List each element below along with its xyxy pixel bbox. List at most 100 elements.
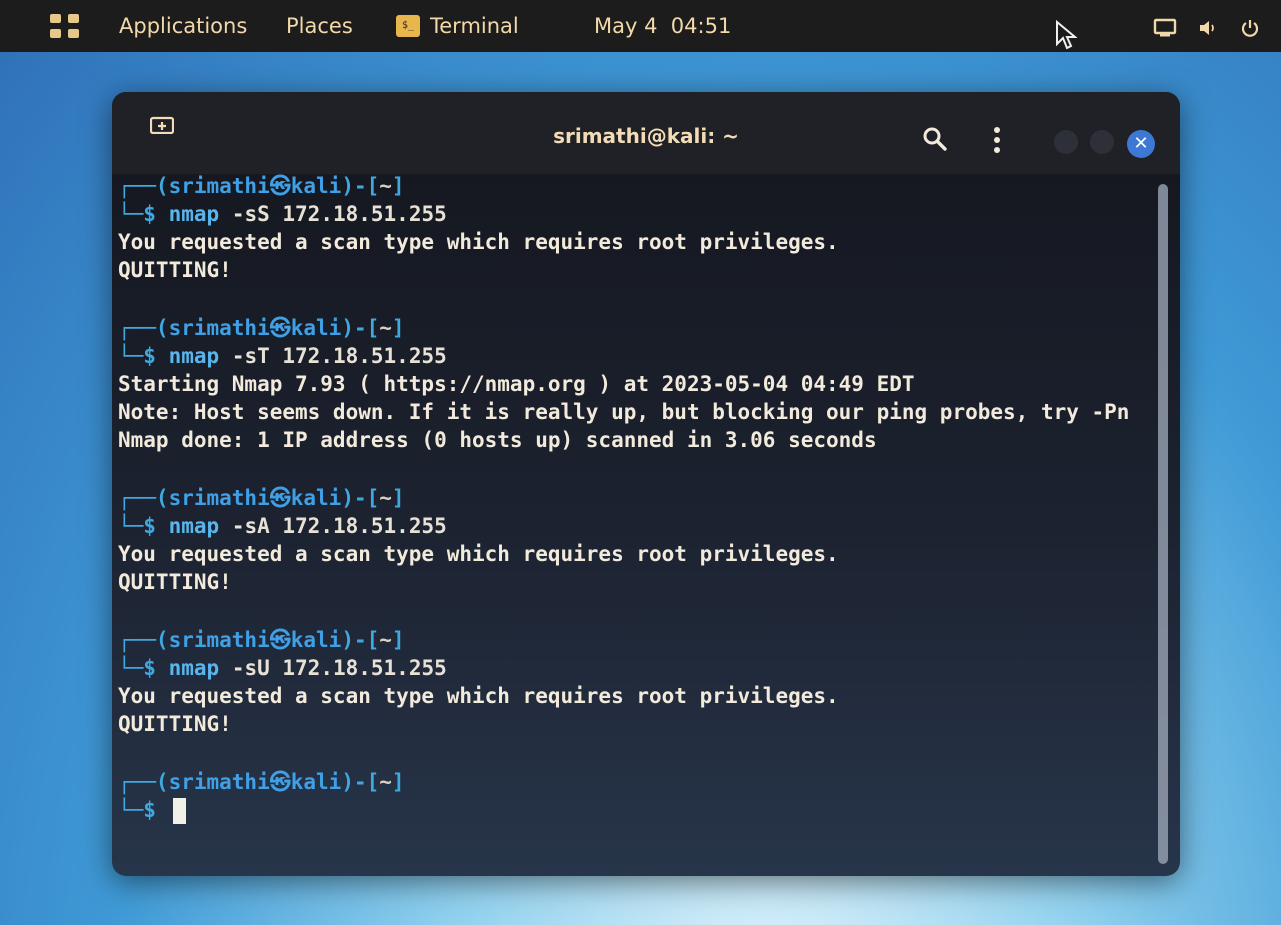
output-line: Note: Host seems down. If it is really u… xyxy=(118,400,1130,424)
prompt-dollar: $ xyxy=(143,344,169,368)
terminal-icon: $_ xyxy=(396,15,420,37)
prompt-bracket: )-[ xyxy=(341,174,380,198)
prompt-dir: ~ xyxy=(379,486,392,510)
prompt-bracket: ] xyxy=(391,770,405,794)
prompt-bracket: ] xyxy=(391,486,405,510)
command-line: └─$ nmap -sT 172.18.51.255 xyxy=(118,342,1158,370)
prompt-header-line: ┌──(srimathi㉿kali)-[~] xyxy=(118,768,1158,796)
prompt-bracket: )-[ xyxy=(341,628,380,652)
power-icon[interactable] xyxy=(1240,18,1260,38)
prompt-header-line: ┌──(srimathi㉿kali)-[~] xyxy=(118,626,1158,654)
prompt-bracket: ] xyxy=(391,628,405,652)
prompt-at-symbol: ㉿ xyxy=(269,628,291,652)
prompt-bracket: )-[ xyxy=(341,486,380,510)
command-name: nmap xyxy=(168,656,232,680)
command-line: └─$ nmap -sU 172.18.51.255 xyxy=(118,654,1158,682)
prompt-corner: └─ xyxy=(118,514,144,538)
prompt-bracket: ] xyxy=(391,316,405,340)
output-line: You requested a scan type which requires… xyxy=(118,684,839,708)
command-name: nmap xyxy=(168,514,232,538)
applications-menu[interactable]: Applications xyxy=(119,0,247,52)
prompt-host: kali xyxy=(290,770,342,794)
close-icon: ✕ xyxy=(1133,133,1149,154)
command-block: ┌──(srimathi㉿kali)-[~] └─$ nmap -sA 172.1… xyxy=(118,484,1158,596)
terminal-taskbar-item[interactable]: $_ Terminal xyxy=(396,0,519,52)
terminal-output[interactable]: ┌──(srimathi㉿kali)-[~] └─$ nmap -sS 172.1… xyxy=(118,172,1158,824)
prompt-bracket: ┌──( xyxy=(118,628,169,652)
minimize-button[interactable] xyxy=(1054,130,1078,154)
prompt-user: srimathi xyxy=(168,174,270,198)
prompt-bracket: ┌──( xyxy=(118,174,169,198)
command-line: └─$ nmap -sA 172.18.51.255 xyxy=(118,512,1158,540)
places-label: Places xyxy=(286,14,353,38)
applications-label: Applications xyxy=(119,14,248,38)
prompt-user: srimathi xyxy=(168,628,270,652)
app-grid-icon[interactable] xyxy=(48,9,82,43)
maximize-button[interactable] xyxy=(1090,130,1114,154)
prompt-bracket: )-[ xyxy=(341,316,380,340)
output-line: QUITTING! xyxy=(118,570,232,594)
output-line: Starting Nmap 7.93 ( https://nmap.org ) … xyxy=(118,372,915,396)
prompt-corner: └─ xyxy=(118,344,144,368)
prompt-user: srimathi xyxy=(168,486,270,510)
command-args: -sT 172.18.51.255 xyxy=(231,344,447,368)
output-line: You requested a scan type which requires… xyxy=(118,542,839,566)
output-line: You requested a scan type which requires… xyxy=(118,230,839,254)
top-panel: Applications Places $_ Terminal May 4 04… xyxy=(0,0,1281,52)
output-line: Nmap done: 1 IP address (0 hosts up) sca… xyxy=(118,428,877,452)
prompt-header-line: ┌──(srimathi㉿kali)-[~] xyxy=(118,172,1158,200)
prompt-bracket: ┌──( xyxy=(118,486,169,510)
prompt-dir: ~ xyxy=(379,628,392,652)
prompt-dir: ~ xyxy=(379,316,392,340)
prompt-user: srimathi xyxy=(168,770,270,794)
prompt-dollar: $ xyxy=(143,798,169,822)
prompt-bracket: ┌──( xyxy=(118,770,169,794)
scrollbar[interactable] xyxy=(1158,184,1168,864)
close-button[interactable]: ✕ xyxy=(1127,130,1155,158)
output-line: QUITTING! xyxy=(118,712,232,736)
volume-icon[interactable] xyxy=(1198,18,1218,38)
command-line: └─$ xyxy=(118,796,1158,824)
prompt-dollar: $ xyxy=(143,202,169,226)
prompt-corner: └─ xyxy=(118,656,144,680)
display-icon[interactable] xyxy=(1153,18,1177,38)
command-block: ┌──(srimathi㉿kali)-[~] └─$ nmap -sU 172.1… xyxy=(118,626,1158,738)
prompt-bracket: )-[ xyxy=(341,770,380,794)
clock[interactable]: May 4 04:51 xyxy=(594,0,731,52)
text-cursor xyxy=(172,798,186,824)
terminal-taskbar-label: Terminal xyxy=(430,14,519,38)
prompt-bracket: ] xyxy=(391,174,405,198)
clock-label: May 4 04:51 xyxy=(594,14,732,38)
places-menu[interactable]: Places xyxy=(286,0,353,52)
output-line: QUITTING! xyxy=(118,258,232,282)
prompt-corner: └─ xyxy=(118,202,144,226)
prompt-dollar: $ xyxy=(143,656,169,680)
titlebar[interactable]: srimathi@kali: ~ ✕ xyxy=(112,92,1180,174)
prompt-bracket: ┌──( xyxy=(118,316,169,340)
prompt-host: kali xyxy=(290,628,342,652)
prompt-host: kali xyxy=(290,486,342,510)
command-block: ┌──(srimathi㉿kali)-[~] └─$ nmap -sT 172.1… xyxy=(118,314,1158,454)
command-args: -sU 172.18.51.255 xyxy=(231,656,447,680)
prompt-corner: └─ xyxy=(118,798,144,822)
command-name: nmap xyxy=(168,344,232,368)
command-name: nmap xyxy=(168,202,232,226)
terminal-window[interactable]: srimathi@kali: ~ ✕ ┌──(srimathi㉿kali)-[~… xyxy=(112,92,1180,876)
prompt-header-line: ┌──(srimathi㉿kali)-[~] xyxy=(118,484,1158,512)
prompt-at-symbol: ㉿ xyxy=(269,770,291,794)
mouse-pointer-icon xyxy=(1056,20,1077,50)
command-args: -sA 172.18.51.255 xyxy=(231,514,447,538)
kebab-menu-icon[interactable] xyxy=(992,126,1002,156)
prompt-at-symbol: ㉿ xyxy=(269,316,291,340)
search-icon[interactable] xyxy=(922,126,948,152)
prompt-dir: ~ xyxy=(379,174,392,198)
command-block: ┌──(srimathi㉿kali)-[~] └─$ nmap -sS 172.1… xyxy=(118,172,1158,284)
command-args: -sS 172.18.51.255 xyxy=(231,202,447,226)
prompt-at-symbol: ㉿ xyxy=(269,486,291,510)
prompt-dir: ~ xyxy=(379,770,392,794)
prompt-host: kali xyxy=(290,174,342,198)
